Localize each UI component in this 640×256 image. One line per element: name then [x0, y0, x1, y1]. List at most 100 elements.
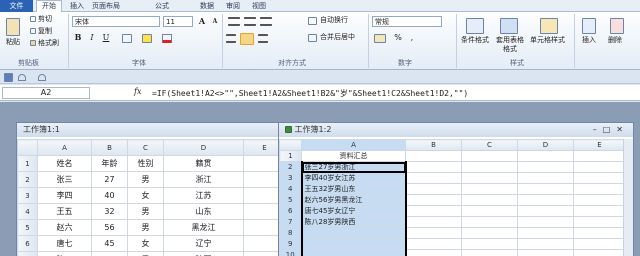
cell[interactable]: 辽宁 — [163, 235, 244, 252]
fx-icon[interactable]: fx — [134, 87, 141, 96]
column-header[interactable]: C — [461, 139, 518, 151]
tab-review[interactable]: 审阅 — [226, 1, 240, 12]
row-header[interactable]: 2 — [279, 161, 302, 173]
cell[interactable]: 40 — [91, 187, 128, 204]
merge-center-button[interactable]: 合并后居中 — [320, 33, 355, 42]
cell[interactable] — [573, 183, 626, 195]
cell[interactable]: 赵六 — [37, 219, 92, 236]
row-header[interactable]: 2 — [17, 171, 38, 188]
tab-page-layout[interactable]: 页面布局 — [92, 1, 120, 12]
fill-color-icon[interactable] — [142, 34, 152, 43]
cell[interactable] — [573, 238, 626, 250]
cell[interactable] — [405, 194, 462, 206]
column-header[interactable]: D — [517, 139, 574, 151]
cell[interactable]: 姓名 — [37, 155, 92, 172]
cell[interactable]: 陈八 — [37, 251, 92, 256]
cell[interactable] — [405, 150, 462, 162]
minimize-icon[interactable]: – — [593, 125, 603, 134]
cell[interactable] — [461, 183, 518, 195]
cell[interactable] — [461, 205, 518, 217]
cell[interactable] — [461, 194, 518, 206]
cell[interactable]: 王五 — [37, 203, 92, 220]
cell[interactable]: 浙江 — [163, 171, 244, 188]
format-as-table-button[interactable]: 套用表格格式 — [494, 36, 526, 54]
cell[interactable] — [461, 150, 518, 162]
cell[interactable]: 黑龙江 — [163, 219, 244, 236]
column-header[interactable]: E — [573, 139, 626, 151]
cell[interactable] — [517, 205, 574, 217]
cell[interactable] — [461, 161, 518, 173]
cell[interactable] — [461, 238, 518, 250]
cell[interactable] — [573, 205, 626, 217]
insert-cells-button[interactable]: 插入 — [582, 36, 596, 45]
cell[interactable]: 女 — [127, 235, 164, 252]
row-header[interactable]: 7 — [279, 216, 302, 228]
cell[interactable] — [517, 161, 574, 173]
cell[interactable]: 李四 — [37, 187, 92, 204]
cell[interactable] — [461, 249, 518, 256]
row-header[interactable]: 6 — [279, 205, 302, 217]
row-header[interactable]: 5 — [17, 219, 38, 236]
cell[interactable] — [573, 216, 626, 228]
cell[interactable] — [573, 194, 626, 206]
cell[interactable] — [405, 183, 462, 195]
cell[interactable]: 年龄 — [91, 155, 128, 172]
cell[interactable] — [300, 227, 407, 239]
cell[interactable]: 女 — [127, 187, 164, 204]
cell[interactable] — [517, 172, 574, 184]
name-box[interactable]: A2 — [2, 87, 90, 99]
cell[interactable]: 性别 — [127, 155, 164, 172]
save-icon[interactable] — [4, 73, 13, 82]
grow-font-button[interactable]: A — [196, 16, 208, 27]
bold-button[interactable]: B — [72, 32, 84, 43]
cell[interactable] — [517, 194, 574, 206]
cell[interactable] — [517, 183, 574, 195]
cell[interactable] — [405, 172, 462, 184]
align-right-icon[interactable] — [258, 34, 268, 43]
cell[interactable] — [405, 161, 462, 173]
cell[interactable]: 江苏 — [163, 187, 244, 204]
cell[interactable] — [461, 172, 518, 184]
cut-button[interactable]: 剪切 — [38, 15, 52, 24]
tab-insert[interactable]: 插入 — [70, 1, 84, 12]
cell[interactable] — [517, 216, 574, 228]
cell[interactable]: 男 — [127, 203, 164, 220]
vertical-scrollbar[interactable] — [623, 139, 633, 256]
cell[interactable] — [461, 227, 518, 239]
row-header[interactable]: 10 — [279, 249, 302, 256]
column-header[interactable]: B — [91, 139, 128, 156]
cell[interactable] — [517, 227, 574, 239]
select-all-corner[interactable] — [279, 139, 302, 151]
wrap-text-button[interactable]: 自动换行 — [320, 16, 348, 25]
align-bottom-icon[interactable] — [260, 17, 272, 26]
row-header[interactable]: 4 — [17, 203, 38, 220]
cell[interactable] — [461, 216, 518, 228]
formula-input[interactable]: =IF(Sheet1!A2<>"",Sheet1!A2&Sheet1!B2&"岁… — [152, 88, 468, 99]
select-all-corner[interactable] — [17, 139, 38, 156]
underline-button[interactable]: U — [100, 32, 112, 43]
cell[interactable] — [300, 249, 407, 256]
row-header[interactable]: 4 — [279, 183, 302, 195]
row-header[interactable]: 3 — [17, 187, 38, 204]
font-name-select[interactable]: 宋体 — [72, 16, 160, 27]
column-header[interactable]: A — [37, 139, 92, 156]
cell[interactable] — [405, 238, 462, 250]
column-header[interactable]: D — [163, 139, 244, 156]
conditional-format-button[interactable]: 条件格式 — [461, 36, 489, 45]
cell[interactable]: 唐七 — [37, 235, 92, 252]
cell[interactable]: 陈八28岁男陕西 — [300, 216, 407, 228]
cell[interactable]: 籍贯 — [163, 155, 244, 172]
row-header[interactable]: 8 — [279, 227, 302, 239]
row-header[interactable]: 5 — [279, 194, 302, 206]
paste-button[interactable]: 粘贴 — [6, 38, 20, 47]
format-painter-button[interactable]: 格式刷 — [38, 39, 59, 48]
cell[interactable]: 27 — [91, 171, 128, 188]
cell[interactable] — [300, 238, 407, 250]
cell[interactable]: 赵六56岁男黑龙江 — [300, 194, 407, 206]
shrink-font-button[interactable]: A — [209, 16, 221, 27]
cell[interactable]: 唐七45岁女辽宁 — [300, 205, 407, 217]
tab-view[interactable]: 视图 — [252, 1, 266, 12]
align-top-icon[interactable] — [228, 17, 240, 26]
cell[interactable]: 李四40岁女江苏 — [300, 172, 407, 184]
row-header[interactable]: 7 — [17, 251, 38, 256]
